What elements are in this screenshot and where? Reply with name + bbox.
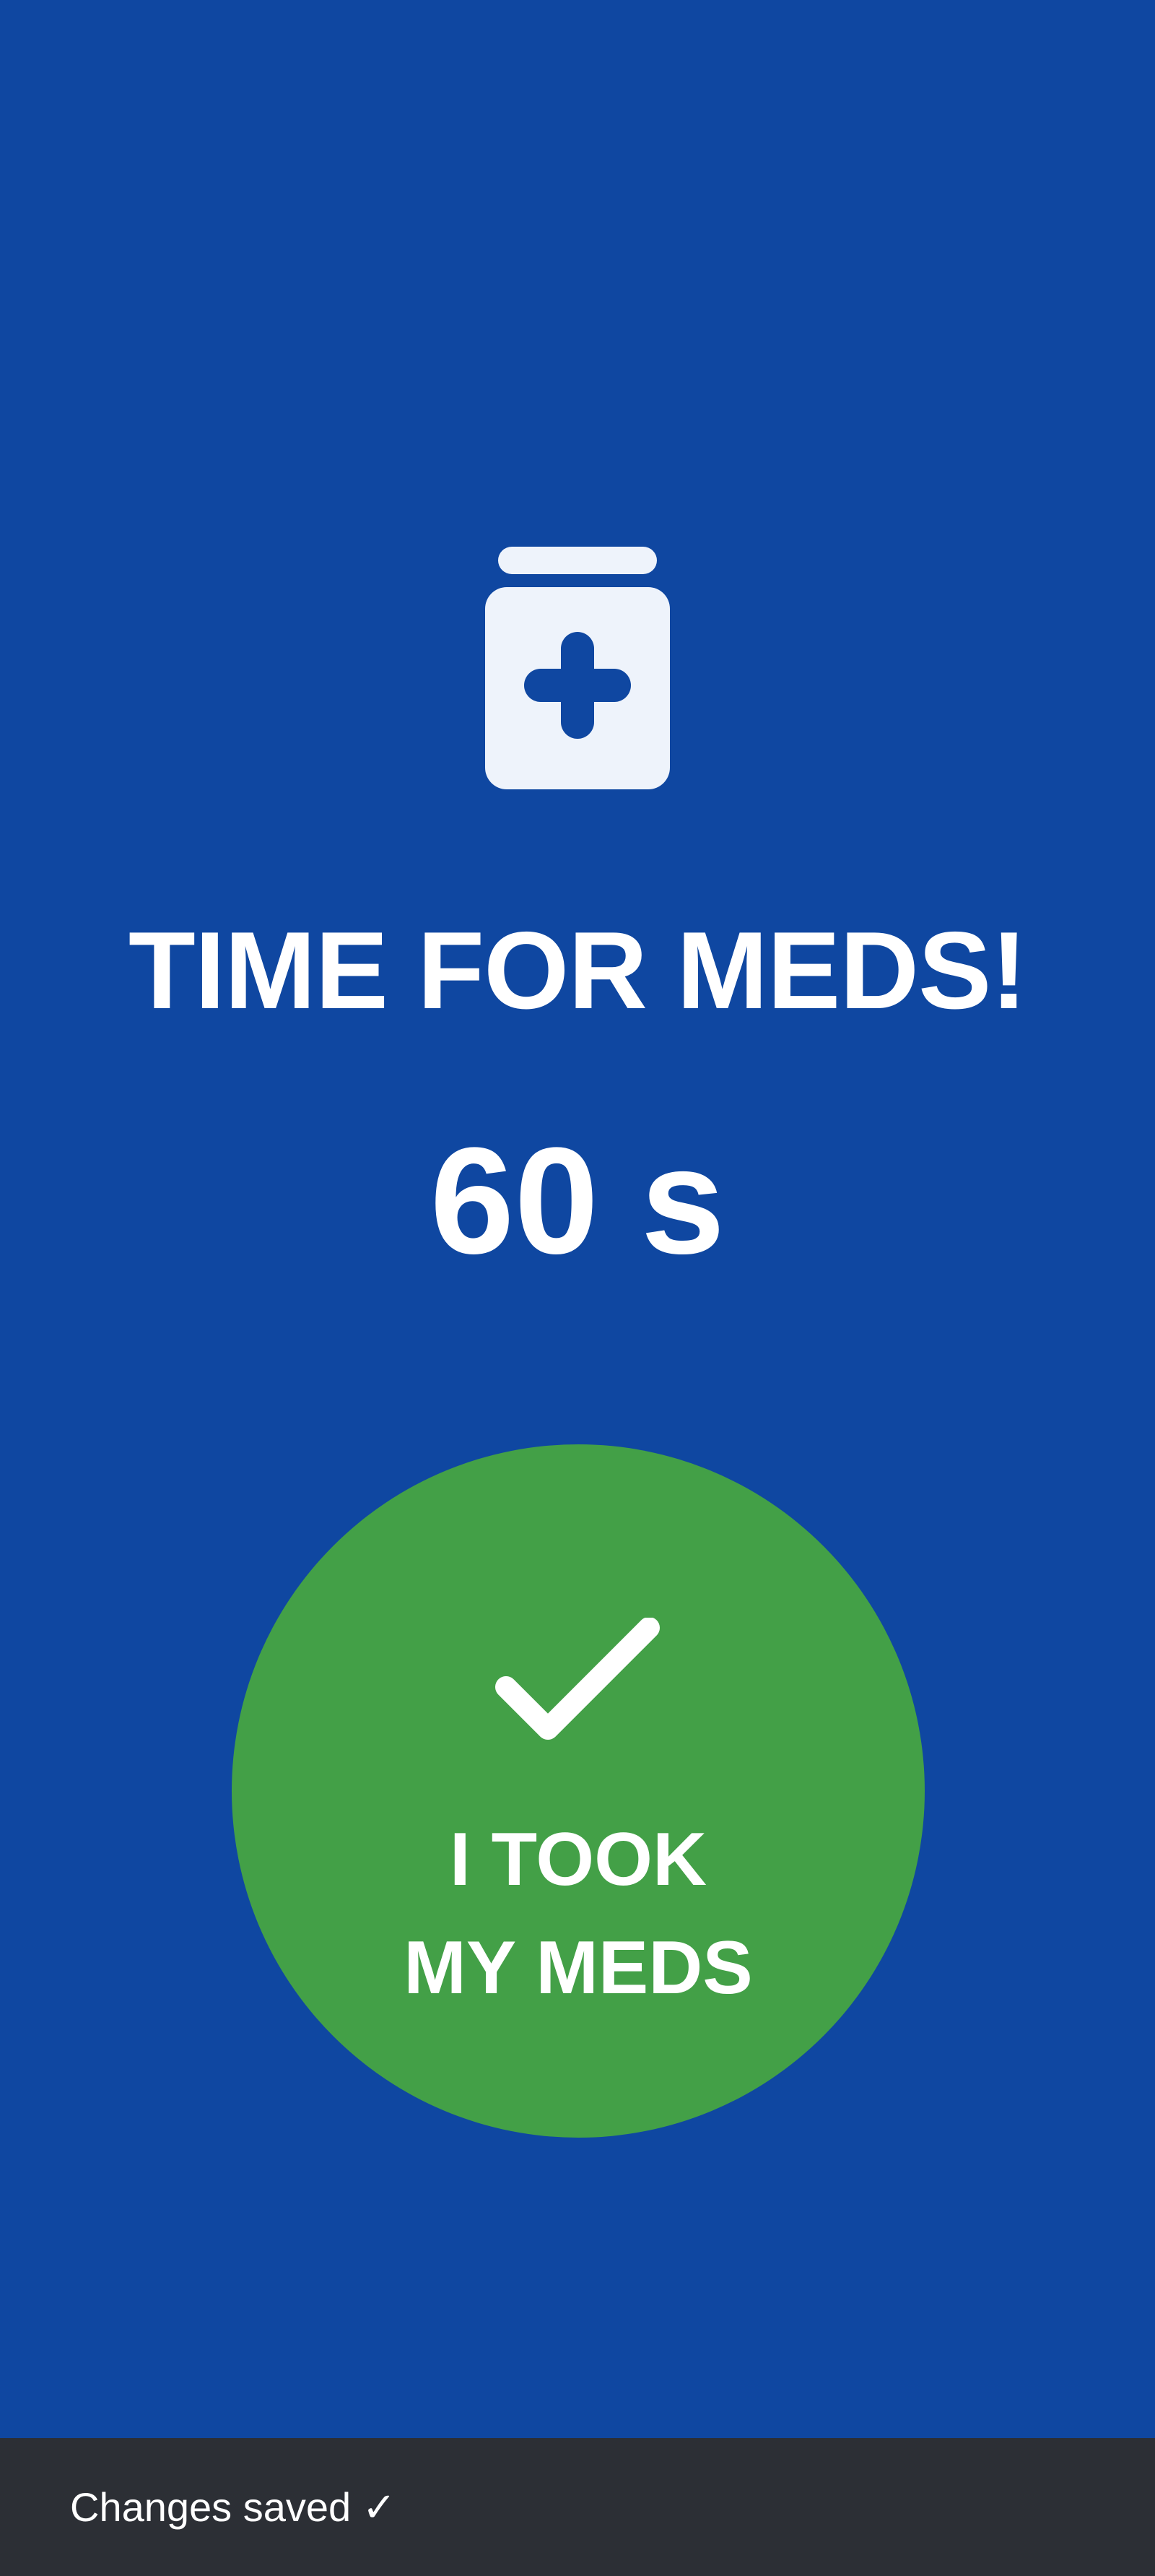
checkmark-icon bbox=[492, 1617, 665, 1748]
countdown-timer: 60 s bbox=[430, 1116, 725, 1285]
snackbar: Changes saved ✓ bbox=[0, 2438, 1155, 2576]
took-meds-button[interactable]: I TOOK MY MEDS bbox=[232, 1444, 925, 2138]
medicine-bottle-icon bbox=[484, 545, 671, 791]
took-meds-label: I TOOK MY MEDS bbox=[232, 1805, 925, 2022]
snackbar-message: Changes saved ✓ bbox=[70, 2484, 396, 2530]
reminder-screen: TIME FOR MEDS! 60 s I TOOK MY MEDS bbox=[0, 0, 1155, 2438]
took-meds-label-line1: I TOOK bbox=[449, 1818, 707, 1901]
took-meds-label-line2: MY MEDS bbox=[404, 1926, 753, 2010]
reminder-title: TIME FOR MEDS! bbox=[128, 909, 1027, 1032]
